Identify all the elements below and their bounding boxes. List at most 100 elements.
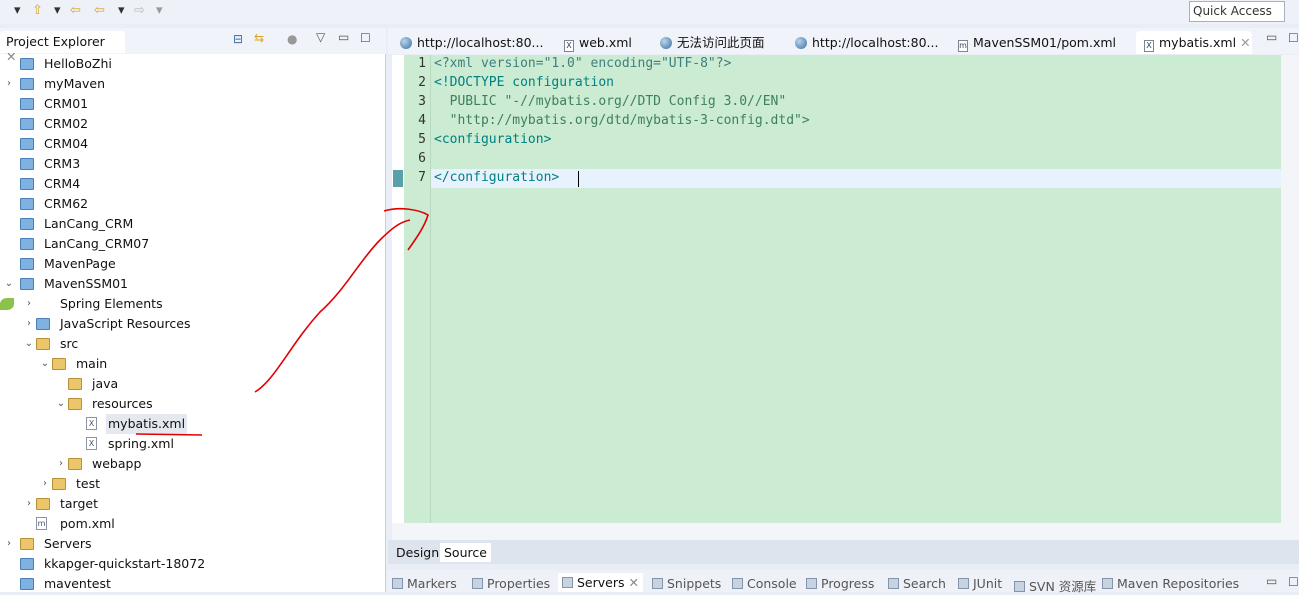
maximize-icon[interactable]: ☐ bbox=[1288, 575, 1299, 589]
project-icon bbox=[20, 198, 34, 210]
close-icon[interactable]: ✕ bbox=[1240, 35, 1250, 50]
code-line[interactable]: <configuration> bbox=[434, 132, 551, 147]
tree-item[interactable]: MavenPage bbox=[0, 254, 386, 274]
project-explorer-tab[interactable]: Project Explorer ✕ bbox=[0, 31, 125, 64]
code-line[interactable]: <!DOCTYPE configuration bbox=[434, 75, 614, 90]
tab--[interactable]: 无法访问此页面 bbox=[652, 31, 765, 54]
spring-icon bbox=[0, 298, 14, 310]
tree-item[interactable]: maventest bbox=[0, 574, 386, 594]
view-menu-icon[interactable]: ▽ bbox=[316, 30, 325, 44]
tree-item[interactable]: › test bbox=[0, 474, 386, 494]
tree-item[interactable]: › Spring Elements bbox=[0, 294, 386, 314]
tree-item[interactable]: LanCang_CRM bbox=[0, 214, 386, 234]
tab-mybatis-xml[interactable]: Xmybatis.xml ✕ bbox=[1136, 31, 1252, 54]
panel-tab-progress[interactable]: Progress bbox=[806, 576, 874, 591]
filter-icon[interactable]: ● bbox=[287, 32, 297, 46]
tree-item[interactable]: Xmybatis.xml bbox=[0, 414, 386, 434]
expand-toggle-icon[interactable]: ⌄ bbox=[4, 274, 14, 294]
close-icon[interactable]: ✕ bbox=[629, 575, 639, 590]
expand-toggle-icon[interactable]: ⌄ bbox=[24, 334, 34, 354]
tree-item[interactable]: › Servers bbox=[0, 534, 386, 554]
tree-item[interactable]: CRM3 bbox=[0, 154, 386, 174]
tab-http-localhost-80-[interactable]: http://localhost:80... bbox=[787, 31, 938, 54]
tree-item[interactable]: ⌄ main bbox=[0, 354, 386, 374]
tab-mavenssm01-pom-xml[interactable]: m MavenSSM01/pom.xml bbox=[950, 31, 1116, 54]
dropdown-icon[interactable]: ▾ bbox=[14, 3, 21, 18]
tab-web-xml[interactable]: Xweb.xml bbox=[556, 31, 632, 54]
xml-file-icon: X bbox=[86, 437, 97, 450]
line-number: 6 bbox=[418, 151, 426, 166]
expand-toggle-icon[interactable]: › bbox=[56, 454, 66, 474]
servers-icon bbox=[562, 577, 573, 588]
junit-icon bbox=[958, 578, 969, 589]
tree-item[interactable]: › webapp bbox=[0, 454, 386, 474]
last-edit-icon[interactable]: ⇦ bbox=[70, 3, 81, 18]
tree-item[interactable]: CRM4 bbox=[0, 174, 386, 194]
tree-item[interactable]: CRM01 bbox=[0, 94, 386, 114]
tree-item[interactable]: ⌄ resources bbox=[0, 394, 386, 414]
expand-toggle-icon[interactable]: › bbox=[24, 314, 34, 334]
panel-tab-snippets[interactable]: Snippets bbox=[652, 576, 721, 591]
tree-item[interactable]: CRM02 bbox=[0, 114, 386, 134]
tree-item[interactable]: ⌄ src bbox=[0, 334, 386, 354]
tree-item[interactable]: › target bbox=[0, 494, 386, 514]
tree-item-label: CRM01 bbox=[44, 96, 89, 111]
dropdown-icon[interactable]: ▾ bbox=[118, 3, 125, 18]
minimize-icon[interactable]: ▭ bbox=[1266, 574, 1277, 588]
panel-tab-markers[interactable]: Markers bbox=[392, 576, 457, 591]
tree-item[interactable]: CRM04 bbox=[0, 134, 386, 154]
tree-item-label: java bbox=[92, 376, 119, 391]
up-icon[interactable]: ⇧ bbox=[32, 3, 43, 18]
tree-item[interactable]: › JavaScript Resources bbox=[0, 314, 386, 334]
link-editor-icon[interactable]: ⇆ bbox=[254, 31, 264, 45]
project-icon bbox=[20, 258, 34, 270]
maximize-icon[interactable]: ☐ bbox=[1288, 31, 1299, 45]
code-line[interactable]: </configuration> bbox=[434, 170, 559, 185]
tree-item-label: CRM62 bbox=[44, 196, 89, 211]
dropdown-icon[interactable]: ▾ bbox=[54, 3, 61, 18]
maximize-icon[interactable]: ☐ bbox=[360, 31, 371, 45]
back-icon[interactable]: ⇦ bbox=[94, 3, 105, 18]
panel-tab-maven-repositories[interactable]: Maven Repositories bbox=[1102, 576, 1239, 591]
expand-toggle-icon[interactable]: ⌄ bbox=[40, 354, 50, 374]
horizontal-scrollbar[interactable] bbox=[392, 523, 1299, 540]
vertical-scrollbar[interactable] bbox=[1281, 55, 1299, 523]
code-line[interactable]: <?xml version="1.0" encoding="UTF-8"?> bbox=[434, 56, 731, 71]
panel-tab-svn-[interactable]: SVN 资源库 bbox=[1014, 576, 1096, 595]
tree-item[interactable]: CRM62 bbox=[0, 194, 386, 214]
tree-item[interactable]: kkapger-quickstart-18072 bbox=[0, 554, 386, 574]
expand-toggle-icon[interactable]: › bbox=[24, 294, 34, 314]
tree-item[interactable]: Xspring.xml bbox=[0, 434, 386, 454]
expand-toggle-icon[interactable]: › bbox=[4, 534, 14, 554]
quick-access-input[interactable]: Quick Access bbox=[1189, 1, 1285, 22]
tree-item[interactable]: HelloBoZhi bbox=[0, 54, 386, 74]
tree-item-label: webapp bbox=[92, 456, 142, 471]
dropdown-icon[interactable]: ▾ bbox=[156, 3, 163, 18]
tree-item[interactable]: m pom.xml bbox=[0, 514, 386, 534]
tab-design[interactable]: Design bbox=[392, 543, 443, 562]
minimize-icon[interactable]: ▭ bbox=[1266, 30, 1277, 44]
tree-item[interactable]: › myMaven bbox=[0, 74, 386, 94]
tree-item-label: resources bbox=[92, 396, 153, 411]
tree-item[interactable]: LanCang_CRM07 bbox=[0, 234, 386, 254]
tree-item[interactable]: ⌄ MavenSSM01 bbox=[0, 274, 386, 294]
collapse-all-icon[interactable]: ⊟ bbox=[233, 32, 243, 46]
code-line[interactable]: "http://mybatis.org/dtd/mybatis-3-config… bbox=[434, 113, 810, 128]
tab-source[interactable]: Source bbox=[440, 543, 491, 562]
line-number: 5 bbox=[418, 132, 426, 147]
panel-tab-properties[interactable]: Properties bbox=[472, 576, 550, 591]
code-line[interactable]: PUBLIC "-//mybatis.org//DTD Config 3.0//… bbox=[434, 94, 787, 109]
panel-tab-servers[interactable]: Servers ✕ bbox=[558, 573, 643, 592]
tab-http-localhost-80-[interactable]: http://localhost:80... bbox=[392, 31, 543, 54]
panel-tab-junit[interactable]: JUnit bbox=[958, 576, 1002, 591]
minimize-icon[interactable]: ▭ bbox=[338, 30, 349, 44]
expand-toggle-icon[interactable]: › bbox=[24, 494, 34, 514]
expand-toggle-icon[interactable]: ⌄ bbox=[56, 394, 66, 414]
expand-toggle-icon[interactable]: › bbox=[4, 74, 14, 94]
panel-tab-console[interactable]: Console bbox=[732, 576, 797, 591]
tree-item-label: CRM3 bbox=[44, 156, 81, 171]
forward-icon[interactable]: ⇨ bbox=[134, 3, 145, 18]
expand-toggle-icon[interactable]: › bbox=[40, 474, 50, 494]
panel-tab-search[interactable]: Search bbox=[888, 576, 946, 591]
tree-item[interactable]: java bbox=[0, 374, 386, 394]
